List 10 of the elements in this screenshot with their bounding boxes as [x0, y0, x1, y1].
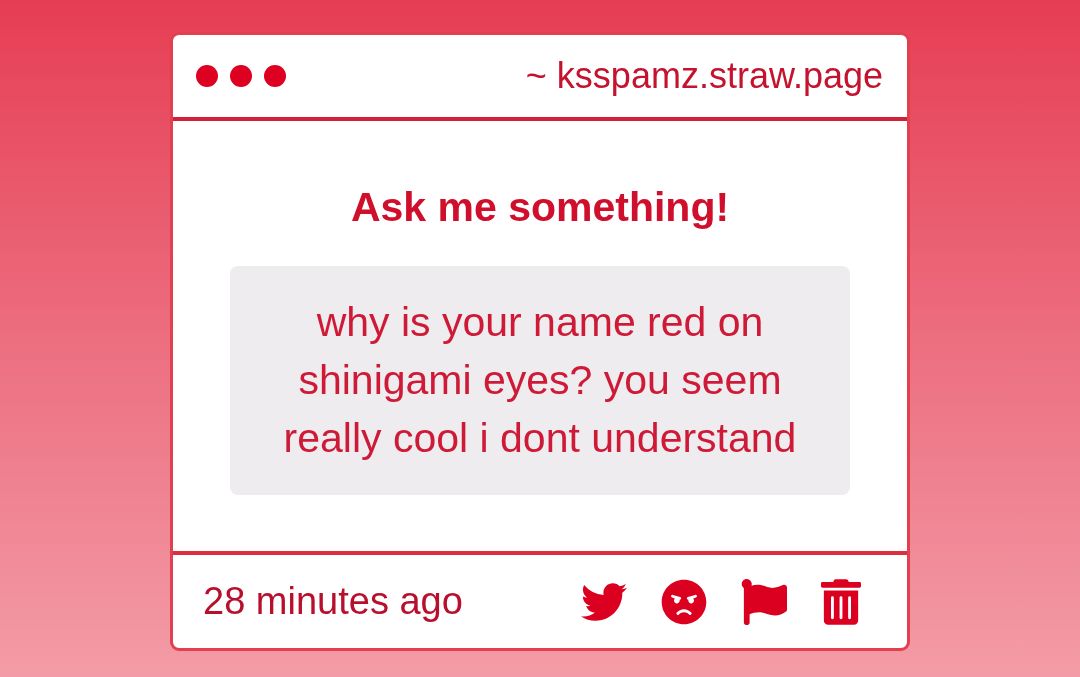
trash-icon[interactable] [821, 578, 861, 625]
window-dot-icon [264, 65, 286, 87]
flag-icon[interactable] [740, 578, 788, 625]
window-dot-icon [196, 65, 218, 87]
prompt-title: Ask me something! [350, 183, 730, 231]
page-url: ~ ksspamz.straw.page [525, 55, 883, 97]
timestamp: 28 minutes ago [203, 580, 463, 623]
angry-face-icon[interactable] [661, 578, 707, 625]
window-dot-icon [230, 65, 252, 87]
question-text: why is your name red on shinigami eyes? you seem really cool i dont understand [282, 298, 798, 463]
